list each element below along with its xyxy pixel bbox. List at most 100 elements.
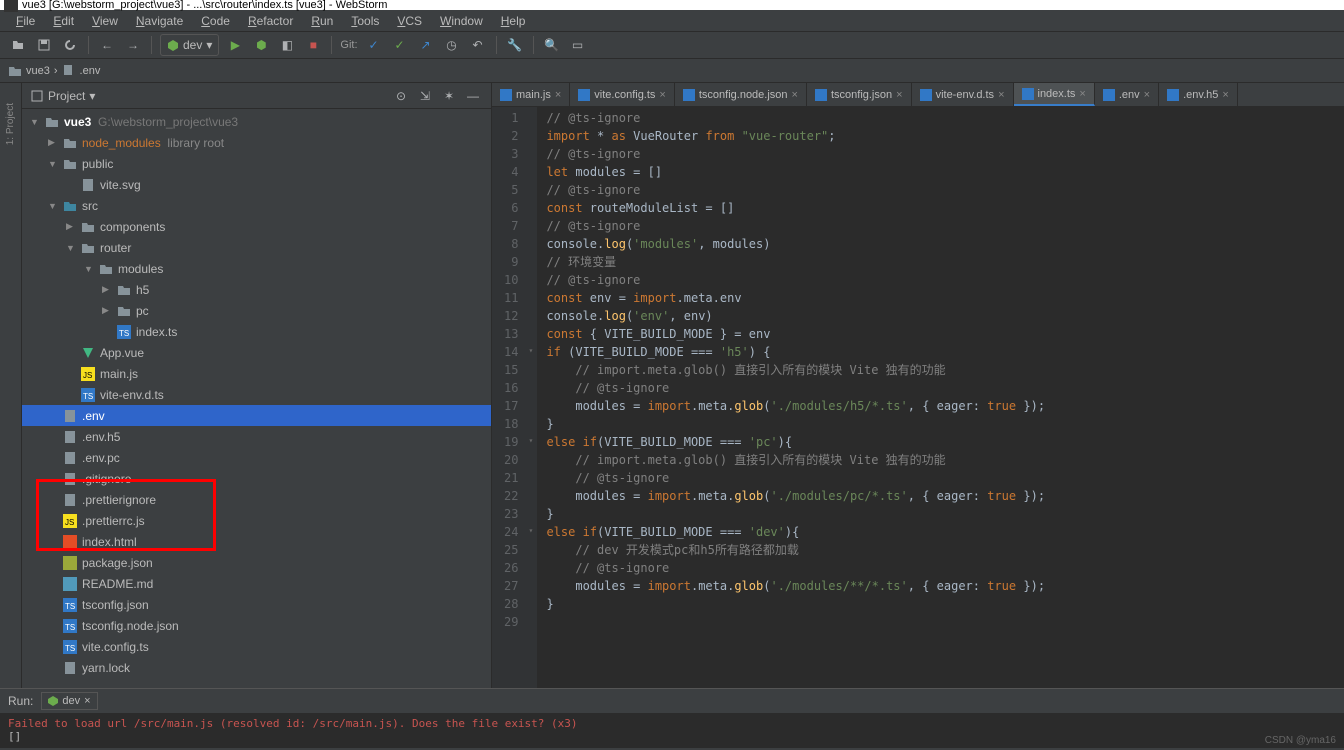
menu-tools[interactable]: Tools (343, 12, 387, 30)
code-area[interactable]: // @ts-ignoreimport * as VueRouter from … (538, 107, 1344, 688)
tree-item-public[interactable]: ▼public (22, 153, 491, 174)
tree-item-vite-env-d-ts[interactable]: TSvite-env.d.ts (22, 384, 491, 405)
tab-vite-env-d-ts[interactable]: vite-env.d.ts× (912, 83, 1014, 106)
nodejs-icon (167, 39, 179, 51)
tree-item-README-md[interactable]: README.md (22, 573, 491, 594)
svg-text:JS: JS (83, 371, 92, 380)
tree-item--env-h5[interactable]: .env.h5 (22, 426, 491, 447)
tree-item-package-json[interactable]: package.json (22, 552, 491, 573)
coverage-icon[interactable]: ◧ (277, 35, 297, 55)
menu-view[interactable]: View (84, 12, 126, 30)
menu-refactor[interactable]: Refactor (240, 12, 301, 30)
hide-icon[interactable]: — (463, 86, 483, 106)
tree-item-tsconfig-json[interactable]: TStsconfig.json (22, 594, 491, 615)
save-icon[interactable] (34, 35, 54, 55)
locate-icon[interactable]: ⊙ (391, 86, 411, 106)
tab-main-js[interactable]: main.js× (492, 83, 570, 106)
tree-item-router[interactable]: ▼router (22, 237, 491, 258)
folder-icon (8, 64, 22, 78)
tree-item-h5[interactable]: ▶h5 (22, 279, 491, 300)
tree-item-index-html[interactable]: index.html (22, 531, 491, 552)
rollback-icon[interactable]: ↶ (468, 35, 488, 55)
run-output[interactable]: Failed to load url /src/main.js (resolve… (0, 713, 1344, 748)
close-icon[interactable]: × (1079, 88, 1085, 100)
run-icon[interactable]: ▶ (225, 35, 245, 55)
tree-item-main-js[interactable]: JSmain.js (22, 363, 491, 384)
close-icon[interactable]: × (555, 89, 561, 101)
tab-tsconfig-node-json[interactable]: tsconfig.node.json× (675, 83, 807, 106)
tab--env[interactable]: .env× (1095, 83, 1159, 106)
tree-item-components[interactable]: ▶components (22, 216, 491, 237)
menu-navigate[interactable]: Navigate (128, 12, 191, 30)
output-line: Failed to load url /src/main.js (resolve… (8, 717, 1336, 730)
collapse-icon[interactable]: ✶ (439, 86, 459, 106)
stop-icon[interactable]: ■ (303, 35, 323, 55)
run-tab[interactable]: dev × (41, 692, 97, 710)
commit-icon[interactable]: ✓ (364, 35, 384, 55)
structure-icon[interactable]: ▭ (568, 35, 588, 55)
separator (496, 36, 497, 54)
menubar: FileEditViewNavigateCodeRefactorRunTools… (0, 10, 1344, 32)
search-icon[interactable]: 🔍 (542, 35, 562, 55)
project-header: Project ▾ ⊙ ⇲ ✶ — (22, 83, 491, 109)
forward-icon[interactable]: → (123, 35, 143, 55)
breadcrumb-item[interactable]: .env (80, 65, 101, 77)
breadcrumb-item[interactable]: vue3 (26, 65, 50, 77)
tree-item--env[interactable]: .env (22, 405, 491, 426)
menu-vcs[interactable]: VCS (389, 12, 430, 30)
tree-root[interactable]: ▼vue3 G:\webstorm_project\vue3 (22, 111, 491, 132)
tab-index-ts[interactable]: index.ts× (1014, 83, 1095, 106)
close-icon[interactable]: × (896, 89, 902, 101)
close-icon[interactable]: × (1222, 89, 1228, 101)
separator (331, 36, 332, 54)
refresh-icon[interactable] (60, 35, 80, 55)
chevron-down-icon[interactable]: ▾ (89, 89, 95, 103)
tree-item-vite-config-ts[interactable]: TSvite.config.ts (22, 636, 491, 657)
tree-item--env-pc[interactable]: .env.pc (22, 447, 491, 468)
menu-run[interactable]: Run (303, 12, 341, 30)
tree-item-pc[interactable]: ▶pc (22, 300, 491, 321)
settings-icon[interactable]: 🔧 (505, 35, 525, 55)
tree-item-node_modules[interactable]: ▶node_modules library root (22, 132, 491, 153)
tree-item-src[interactable]: ▼src (22, 195, 491, 216)
tree-item-App-vue[interactable]: App.vue (22, 342, 491, 363)
tree-item-index-ts[interactable]: TSindex.ts (22, 321, 491, 342)
tab-tsconfig-json[interactable]: tsconfig.json× (807, 83, 912, 106)
run-configuration-selector[interactable]: dev ▾ (160, 34, 219, 56)
tree-item-yarn-lock[interactable]: yarn.lock (22, 657, 491, 678)
titlebar: vue3 [G:\webstorm_project\vue3] - ...\sr… (0, 0, 1344, 10)
tree-item--prettierignore[interactable]: .prettierignore (22, 489, 491, 510)
open-icon[interactable] (8, 35, 28, 55)
menu-code[interactable]: Code (193, 12, 238, 30)
menu-window[interactable]: Window (432, 12, 491, 30)
history-icon[interactable]: ◷ (442, 35, 462, 55)
tab--env-h5[interactable]: .env.h5× (1159, 83, 1238, 106)
line-numbers: 1234567891011121314151617181920212223242… (492, 107, 524, 688)
menu-edit[interactable]: Edit (45, 12, 82, 30)
editor-pane: main.js×vite.config.ts×tsconfig.node.jso… (492, 83, 1344, 688)
close-icon[interactable]: × (792, 89, 798, 101)
tree-item--gitignore[interactable]: .gitignore (22, 468, 491, 489)
svg-text:JS: JS (65, 518, 74, 527)
close-icon[interactable]: × (84, 695, 90, 707)
separator (151, 36, 152, 54)
menu-help[interactable]: Help (493, 12, 534, 30)
debug-icon[interactable]: ⬢ (251, 35, 271, 55)
tab-vite-config-ts[interactable]: vite.config.ts× (570, 83, 675, 106)
editor-body[interactable]: 1234567891011121314151617181920212223242… (492, 107, 1344, 688)
close-icon[interactable]: × (998, 89, 1004, 101)
project-tree[interactable]: ▼vue3 G:\webstorm_project\vue3▶node_modu… (22, 109, 491, 688)
tree-item-tsconfig-node-json[interactable]: TStsconfig.node.json (22, 615, 491, 636)
expand-icon[interactable]: ⇲ (415, 86, 435, 106)
tree-item-modules[interactable]: ▼modules (22, 258, 491, 279)
close-icon[interactable]: × (659, 89, 665, 101)
close-icon[interactable]: × (1144, 89, 1150, 101)
project-tool-button[interactable]: 1: Project (5, 103, 16, 145)
tree-item--prettierrc-js[interactable]: JS.prettierrc.js (22, 510, 491, 531)
tree-item-vite-svg[interactable]: vite.svg (22, 174, 491, 195)
run-tool-window: Run: dev × Failed to load url /src/main.… (0, 688, 1344, 748)
back-icon[interactable]: ← (97, 35, 117, 55)
update-icon[interactable]: ✓ (390, 35, 410, 55)
push-icon[interactable]: ↗ (416, 35, 436, 55)
menu-file[interactable]: File (8, 12, 43, 30)
